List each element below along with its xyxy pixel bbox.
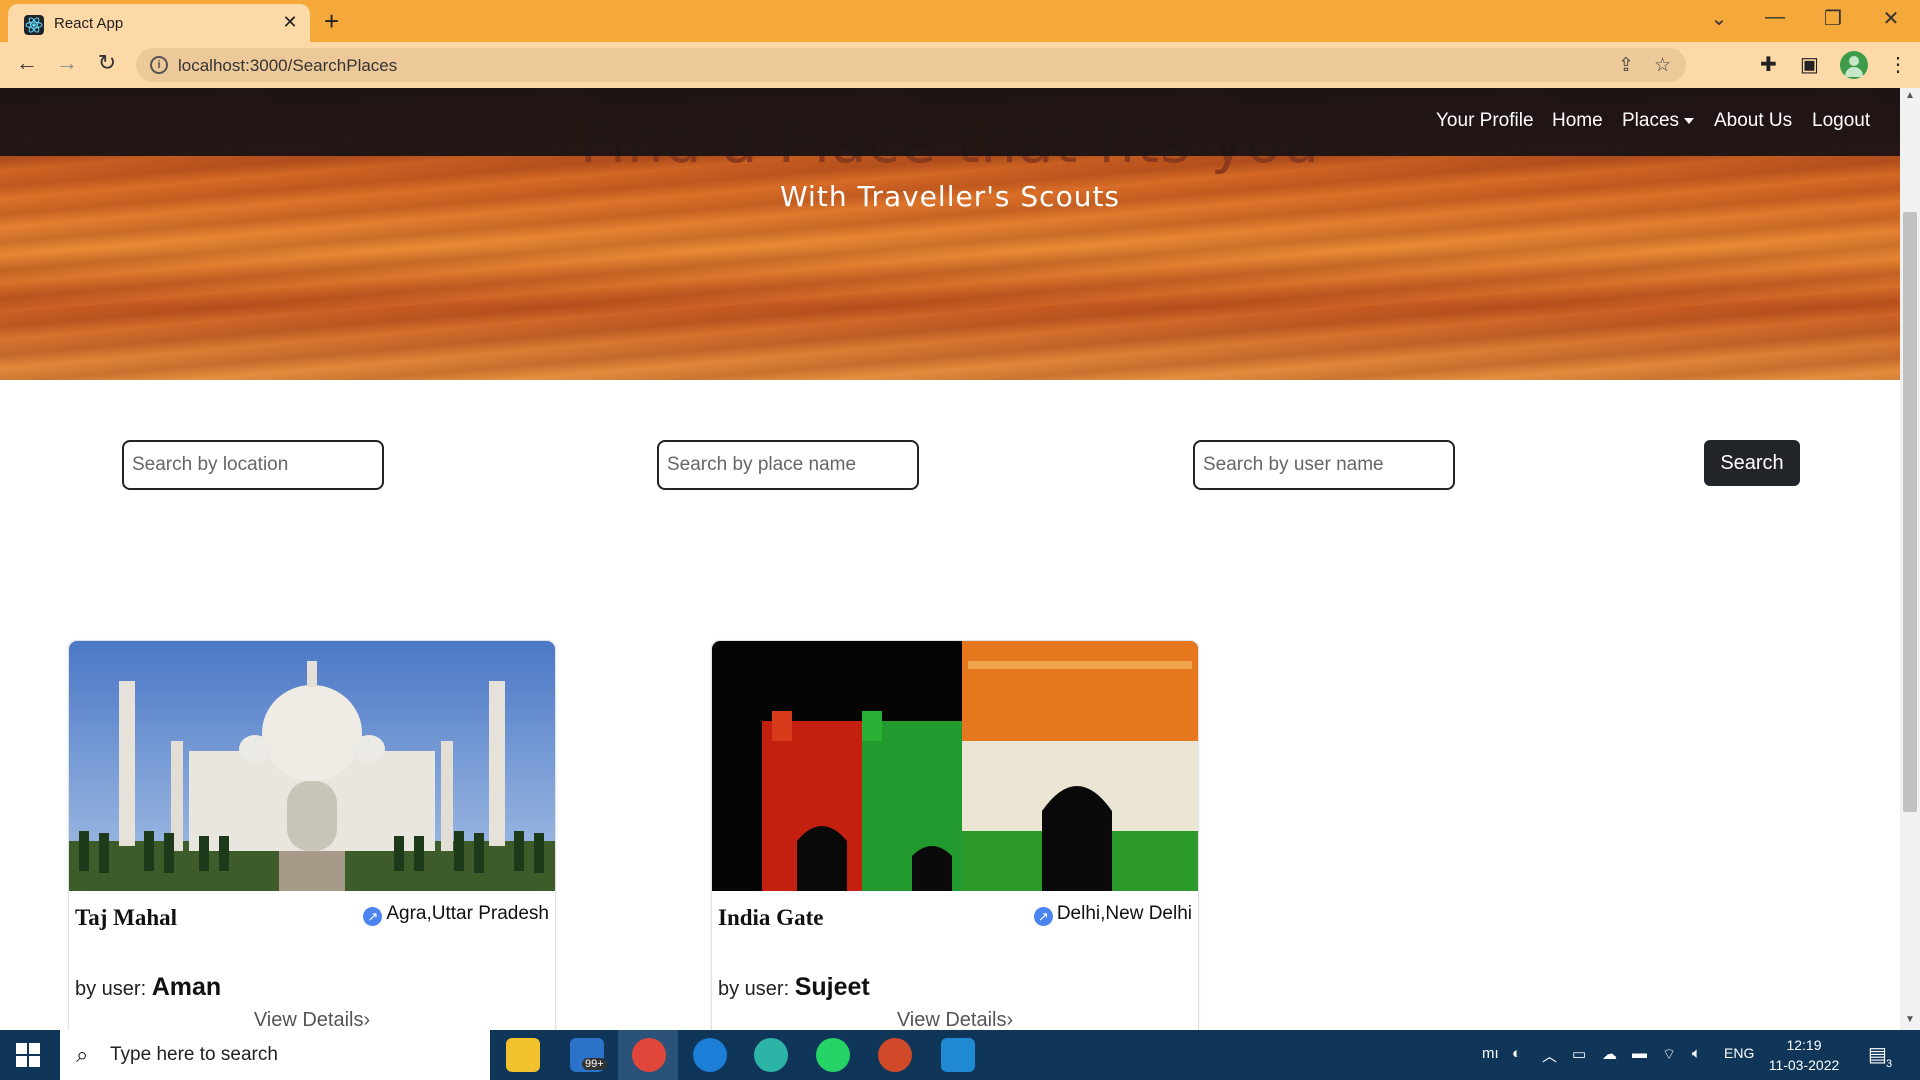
mail-icon[interactable]: 99+ xyxy=(570,1038,607,1072)
compass-icon: ↗ xyxy=(363,907,383,926)
battery-icon[interactable]: ▬ xyxy=(1632,1045,1647,1062)
page-scrollbar[interactable]: ▲ ▼ xyxy=(1900,88,1920,1030)
volume-icon[interactable]: 🔈︎ xyxy=(1692,1045,1701,1062)
address-url[interactable]: localhost:3000/SearchPlaces xyxy=(178,56,397,76)
forward-arrow-icon[interactable]: → xyxy=(52,50,82,76)
restore-icon[interactable]: ❐ xyxy=(1818,6,1848,31)
place-name: India Gate xyxy=(718,905,824,930)
nav-about-us[interactable]: About Us xyxy=(1714,110,1792,132)
edge-icon[interactable] xyxy=(754,1038,788,1072)
minimize-icon[interactable]: — xyxy=(1760,6,1790,29)
author-name: Aman xyxy=(151,973,222,1001)
tab-search-chevron-icon[interactable]: ⌄ xyxy=(1704,6,1734,31)
search-place-input[interactable] xyxy=(657,440,919,490)
windows-start-icon[interactable] xyxy=(16,1043,40,1067)
clock-date: 11-03-2022 xyxy=(1768,1057,1840,1073)
browser-toolbar: ← → ↻ i localhost:3000/SearchPlaces ⇪ ☆ … xyxy=(0,42,1920,88)
wifi-icon[interactable]: ⌔ xyxy=(1662,1045,1676,1064)
notifications-count: 3 xyxy=(1886,1058,1893,1070)
place-location: ↗ Delhi,New Delhi xyxy=(1033,903,1192,926)
chevron-right-icon: › xyxy=(363,1009,371,1030)
share-icon[interactable]: ⇪ xyxy=(1618,54,1634,77)
taskbar-search-text: Type here to search xyxy=(110,1044,278,1065)
scrollbar-thumb[interactable] xyxy=(1903,212,1917,812)
browser-tab[interactable]: React App ✕ xyxy=(8,4,310,42)
browser-tabstrip: React App ✕ + ⌄ — ❐ ✕ xyxy=(0,0,1920,42)
place-location-text: Delhi,New Delhi xyxy=(1056,903,1192,924)
bookmark-star-icon[interactable]: ☆ xyxy=(1654,54,1671,77)
view-details-link[interactable]: View Details› xyxy=(69,1009,555,1030)
chrome-icon[interactable] xyxy=(632,1038,666,1072)
taskbar-search-box[interactable]: ⌕ Type here to search xyxy=(60,1030,490,1080)
whatsapp-icon[interactable] xyxy=(816,1038,850,1072)
author-name: Sujeet xyxy=(794,973,870,1001)
scroll-up-arrow-icon[interactable]: ▲ xyxy=(1905,90,1915,101)
nav-home[interactable]: Home xyxy=(1552,110,1603,132)
hero-subheading: With Traveller's Scouts xyxy=(779,180,1121,213)
place-image xyxy=(69,641,555,891)
windows-taskbar: ⌕ Type here to search 99+ mı ◐ ︿ ▭ ☁ ▬ ⌔… xyxy=(0,1030,1920,1080)
side-panel-icon[interactable]: ▣ xyxy=(1800,52,1819,77)
view-details-link[interactable]: View Details› xyxy=(712,1009,1198,1030)
notifications-icon[interactable]: ▤ xyxy=(1868,1042,1887,1067)
meet-icon[interactable]: ▭ xyxy=(1572,1045,1586,1063)
nav-logout[interactable]: Logout xyxy=(1812,110,1870,132)
by-user-label: by user: xyxy=(718,978,790,1000)
search-location-input[interactable] xyxy=(122,440,384,490)
view-details-label: View Details xyxy=(896,1009,1007,1030)
nav-places-label: Places xyxy=(1622,110,1680,131)
place-name: Taj Mahal xyxy=(75,905,178,930)
account-icon[interactable] xyxy=(693,1038,727,1072)
react-favicon-icon xyxy=(24,15,44,35)
search-icon: ⌕ xyxy=(76,1042,89,1067)
cloud-icon[interactable]: ☁ xyxy=(1602,1045,1617,1063)
search-button[interactable]: Search xyxy=(1704,440,1800,486)
tab-title: React App xyxy=(54,15,124,32)
site-info-icon[interactable]: i xyxy=(150,56,168,74)
compass-icon: ↗ xyxy=(1033,907,1053,926)
back-arrow-icon[interactable]: ← xyxy=(12,50,42,76)
reload-icon[interactable]: ↻ xyxy=(92,50,122,76)
file-explorer-icon[interactable] xyxy=(506,1038,540,1072)
chevron-right-icon: › xyxy=(1006,1009,1014,1030)
author-line: by user: Aman xyxy=(75,973,221,1002)
mail-badge: 99+ xyxy=(582,1058,607,1070)
place-card: India Gate ↗ Delhi,New Delhi by user: Suj… xyxy=(711,640,1199,1030)
sync-icon[interactable]: ◐ xyxy=(1512,1045,1521,1062)
author-line: by user: Sujeet xyxy=(718,973,870,1002)
by-user-label: by user: xyxy=(75,978,147,1000)
nav-places[interactable]: Places xyxy=(1622,110,1695,132)
scroll-down-arrow-icon[interactable]: ▼ xyxy=(1905,1014,1915,1025)
dropdown-caret-icon xyxy=(1684,117,1695,124)
address-bar[interactable]: i localhost:3000/SearchPlaces ⇪ ☆ xyxy=(136,48,1686,82)
mi-icon[interactable]: mı xyxy=(1482,1045,1499,1062)
page-viewport: Find a Place that fits you With Travelle… xyxy=(0,88,1900,1030)
powerpoint-icon[interactable] xyxy=(878,1038,912,1072)
site-navbar: Your Profile Home Places About Us Logout xyxy=(0,88,1900,156)
place-image xyxy=(712,641,1198,891)
tab-close-icon[interactable]: ✕ xyxy=(280,12,300,33)
chevron-up-icon[interactable]: ︿ xyxy=(1542,1045,1557,1066)
view-details-label: View Details xyxy=(253,1009,364,1030)
search-user-input[interactable] xyxy=(1193,440,1455,490)
menu-kebab-icon[interactable]: ⋮ xyxy=(1888,52,1908,77)
vscode-icon[interactable] xyxy=(941,1038,975,1072)
place-location: ↗ Agra,Uttar Pradesh xyxy=(363,903,549,926)
clock-time: 12:19 xyxy=(1786,1037,1822,1053)
place-location-text: Agra,Uttar Pradesh xyxy=(386,903,549,924)
profile-avatar[interactable] xyxy=(1840,51,1868,79)
new-tab-button[interactable]: + xyxy=(324,6,339,37)
nav-your-profile[interactable]: Your Profile xyxy=(1436,110,1534,132)
taskbar-clock[interactable]: 12:19 11-03-2022 xyxy=(1764,1035,1844,1075)
language-indicator[interactable]: ENG xyxy=(1724,1045,1754,1061)
place-card: Taj Mahal ↗ Agra,Uttar Pradesh by user: A… xyxy=(68,640,556,1030)
extensions-puzzle-icon[interactable]: ✚ xyxy=(1760,52,1777,77)
window-close-icon[interactable]: ✕ xyxy=(1876,6,1906,31)
